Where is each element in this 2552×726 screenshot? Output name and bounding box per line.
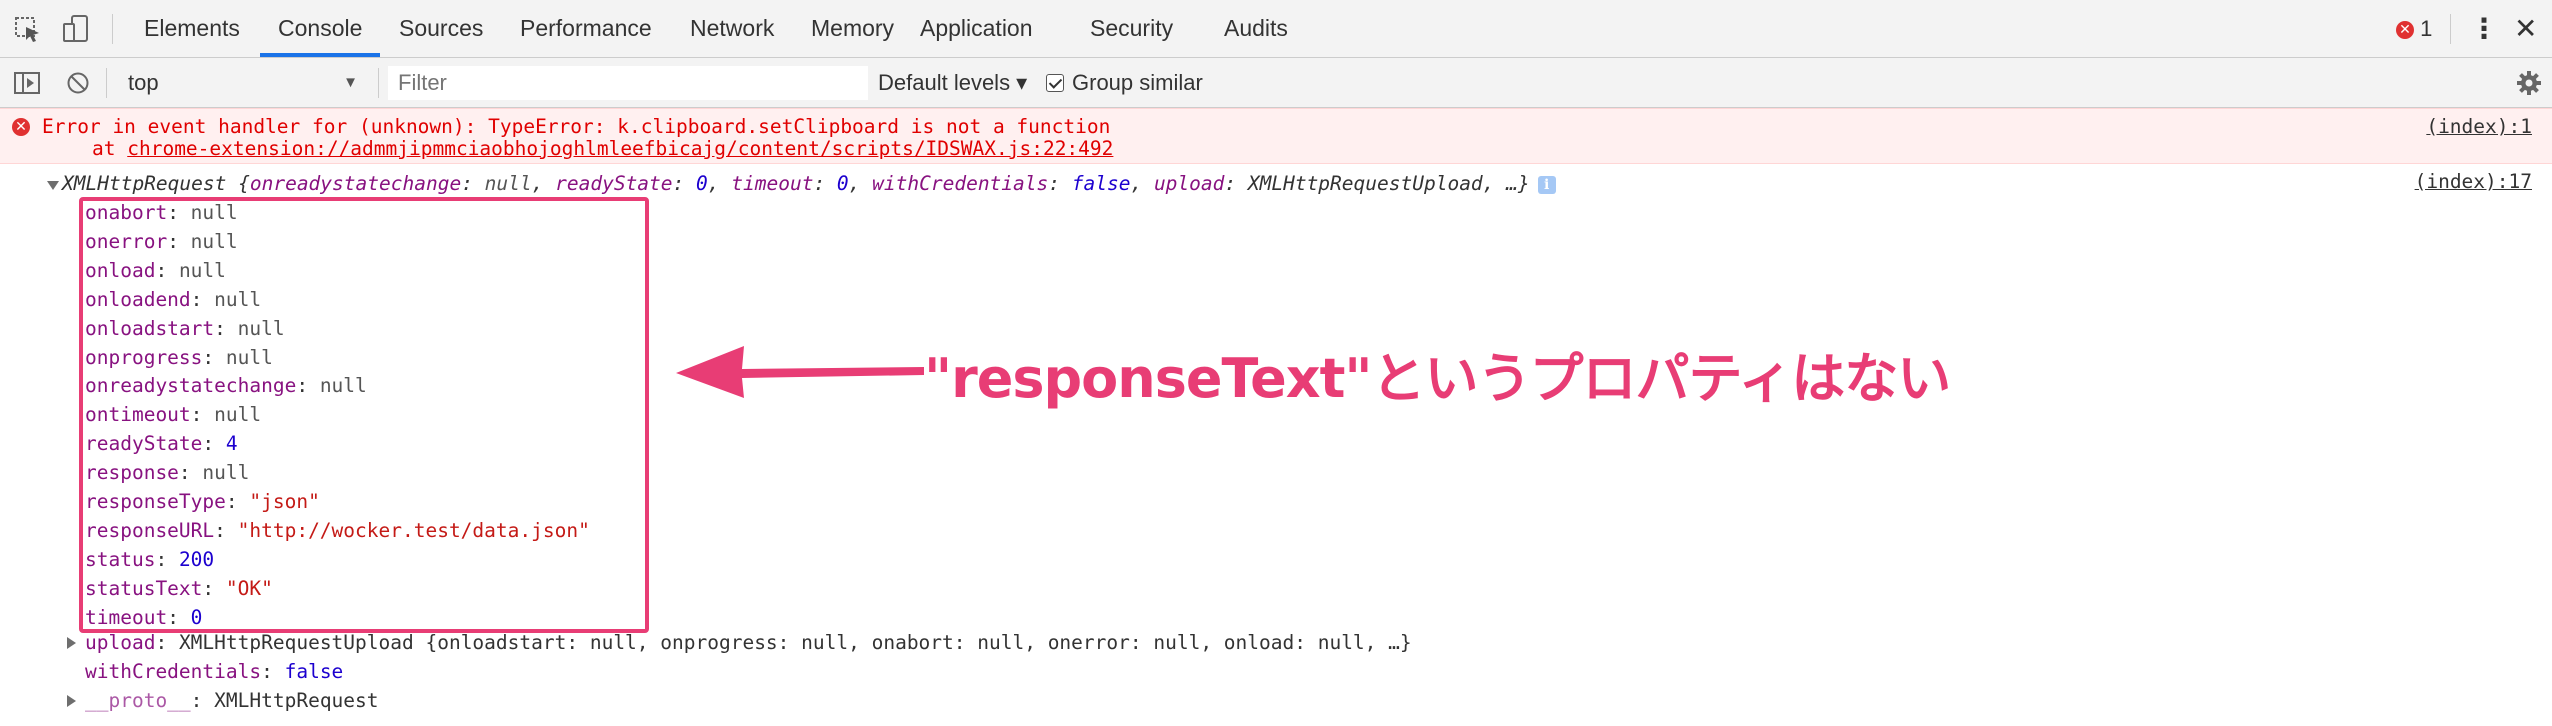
toolbar-separator [106,68,107,98]
xhr-prop-withcredentials: withCredentials: false [85,660,343,683]
annotation-arrow-icon [676,346,924,398]
summary-part: , [531,172,556,195]
tab-sources[interactable]: Sources [381,0,501,57]
prop-value: false [284,660,344,683]
tab-security[interactable]: Security [1072,0,1191,57]
tab-network[interactable]: Network [672,0,792,57]
annotation-text: "responseText"というプロパティはない [924,347,1951,410]
prop-value: XMLHttpRequest [214,689,379,712]
summary-part: , [707,172,732,195]
tab-elements[interactable]: Elements [126,0,258,57]
tabbar-separator-right [2450,14,2451,44]
error-counter[interactable]: ✕ 1 [2396,0,2432,57]
tab-performance[interactable]: Performance [502,0,670,57]
tab-console[interactable]: Console [260,0,381,57]
console-error-message: ✕ Error in event handler for (unknown): … [0,108,2552,164]
summary-part: 0 [696,172,708,195]
group-similar-toggle[interactable]: Group similar [1046,66,1203,100]
group-similar-checkbox[interactable] [1046,74,1064,92]
xhr-class-name: XMLHttpRequest [62,172,227,195]
xhr-prop-upload[interactable]: upload: XMLHttpRequestUpload {onloadstar… [85,631,1412,654]
annotation-highlight-box [79,197,649,633]
context-selector-value: top [128,70,159,95]
xhr-summary-text: {onreadystatechange: null, readyState: 0… [226,172,1530,195]
xhr-source-link[interactable]: (index):17 [2415,170,2532,193]
clear-console-icon[interactable] [66,71,90,95]
summary-part: { [226,172,250,195]
summary-part: : [813,172,837,195]
close-icon[interactable]: ✕ [2514,0,2537,57]
toolbar-separator-2 [378,68,379,98]
console-toolbar: top ▼ Default levels ▾ Group similar [0,58,2552,108]
summary-part: false [1071,172,1131,195]
error-stack-line: at chrome-extension://admmjipmmciaobhojo… [92,137,1113,160]
group-similar-label: Group similar [1072,70,1203,95]
summary-part: null [484,172,532,195]
xhr-prop-proto[interactable]: __proto__: XMLHttpRequest [85,689,379,712]
summary-part: withCredentials [872,172,1049,195]
dropdown-arrow-icon: ▼ [343,74,358,91]
prop-value: XMLHttpRequestUpload {onloadstart: null,… [178,631,1412,654]
tab-memory[interactable]: Memory [793,0,912,57]
error-icon: ✕ [12,118,30,136]
error-source-link[interactable]: (index):1 [2426,115,2532,138]
more-menu-icon[interactable]: ⋮ [2470,0,2498,57]
summary-part: readyState [555,172,673,195]
log-levels-dropdown[interactable]: Default levels ▾ [878,66,1027,100]
summary-part: , [1130,172,1154,195]
prop-colon: : [190,689,215,712]
prop-name: __proto__ [85,689,191,712]
error-counter-value: 1 [2420,16,2433,41]
summary-part: : XMLHttpRequestUpload, …} [1224,172,1530,195]
devtools-tabbar: Elements Console Sources Performance Network… [0,0,2552,58]
device-toolbar-icon[interactable] [62,14,90,44]
error-text: Error in event handler for (unknown): Ty… [42,115,1111,138]
filter-input[interactable] [388,66,868,100]
summary-part: timeout [731,172,814,195]
expand-triangle-icon[interactable] [47,181,59,190]
summary-part: upload [1153,172,1225,195]
summary-part: : [461,172,485,195]
prop-name: upload [85,631,156,654]
summary-part: : [672,172,697,195]
prop-colon: : [155,631,179,654]
summary-part: , [848,172,873,195]
context-selector[interactable]: top ▼ [118,66,366,100]
collapsed-triangle-icon[interactable] [67,695,76,707]
log-levels-label: Default levels ▾ [878,70,1028,95]
collapsed-triangle-icon[interactable] [67,637,76,649]
error-counter-icon: ✕ [2396,21,2414,40]
summary-part: : [1048,172,1072,195]
summary-part: 0 [836,172,849,195]
error-stack-link[interactable]: chrome-extension://admmjipmmciaobhojoghl… [127,137,1113,160]
prop-name: withCredentials [85,660,262,683]
info-icon[interactable]: i [1537,175,1556,194]
tabbar-separator [112,14,113,44]
tab-application[interactable]: Application [902,0,1051,57]
settings-gear-icon[interactable] [2516,70,2542,96]
error-stack-prefix: at [92,137,128,160]
inspect-element-icon[interactable] [14,16,42,44]
show-sidebar-icon[interactable] [14,71,40,95]
tab-audits[interactable]: Audits [1206,0,1306,57]
summary-part: onreadystatechange [249,172,462,195]
xhr-summary[interactable]: XMLHttpRequest {onreadystatechange: null… [62,172,1556,195]
prop-colon: : [261,660,285,683]
